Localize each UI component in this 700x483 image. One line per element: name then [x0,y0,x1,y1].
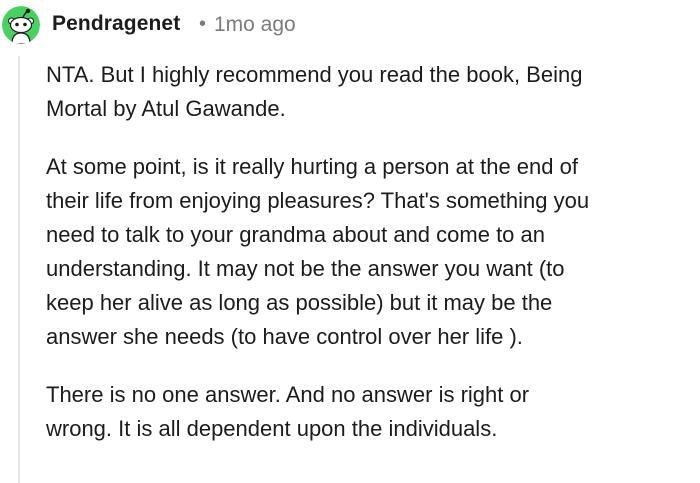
comment-paragraph: At some point, is it really hurting a pe… [46,154,590,349]
comment-body: NTA. But I highly recommend you read the… [46,58,694,470]
snoo-avatar-icon[interactable] [2,6,40,44]
comment-paragraph: There is no one answer. And no answer is… [46,382,530,441]
comment-timestamp: 1mo ago [214,13,296,36]
thread-line[interactable] [18,56,20,483]
comment: Pendragenet • 1mo ago NTA. But I highly … [0,0,700,483]
meta-separator: • [199,13,207,35]
comment-paragraph: NTA. But I highly recommend you read the… [46,62,583,121]
comment-header: Pendragenet • 1mo ago [0,0,700,52]
comment-author[interactable]: Pendragenet [52,12,180,36]
